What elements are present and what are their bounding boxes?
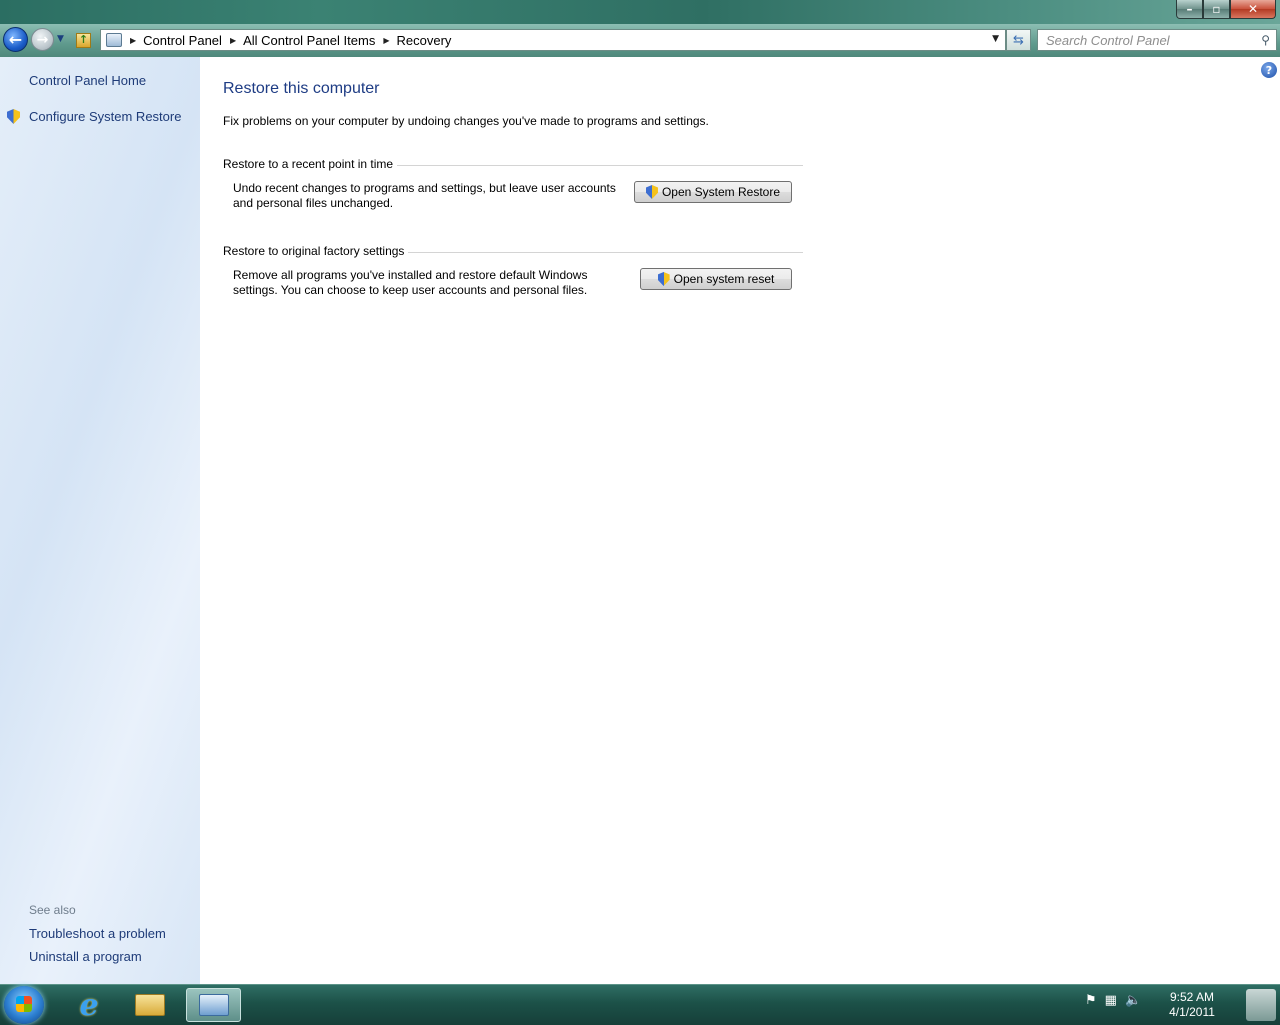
- breadcrumb-separator-icon[interactable]: ▶: [230, 36, 236, 45]
- uninstall-program-link[interactable]: Uninstall a program: [29, 949, 142, 964]
- close-button[interactable]: ✕: [1230, 0, 1276, 19]
- network-icon[interactable]: ▦: [1105, 993, 1117, 1008]
- address-history-dropdown-icon[interactable]: ▼: [992, 34, 999, 44]
- help-icon[interactable]: ?: [1261, 62, 1277, 78]
- recovery-window: – ▫ ✕ ← → ▼ ↑ ▶ Control Panel ▶ All Cont…: [0, 0, 1280, 984]
- breadcrumb-separator-icon[interactable]: ▶: [130, 36, 136, 45]
- folder-icon: [135, 994, 165, 1016]
- group-heading-recent-point: Restore to a recent point in time: [223, 156, 803, 172]
- taskbar-control-panel[interactable]: [186, 988, 241, 1022]
- start-button[interactable]: [4, 986, 44, 1024]
- open-system-reset-button[interactable]: Open system reset: [640, 268, 792, 290]
- caption-buttons: – ▫ ✕: [1176, 0, 1276, 19]
- breadcrumb-all-items[interactable]: All Control Panel Items: [243, 33, 375, 48]
- control-panel-icon: [106, 33, 122, 47]
- back-button[interactable]: ←: [3, 27, 28, 52]
- troubleshoot-link[interactable]: Troubleshoot a problem: [29, 926, 166, 941]
- clock-date: 4/1/2011: [1169, 1005, 1215, 1019]
- search-input[interactable]: Search Control Panel ⚲: [1037, 29, 1277, 51]
- group-heading-text: Restore to a recent point in time: [223, 157, 394, 171]
- taskbar-windows-explorer[interactable]: [125, 988, 175, 1022]
- breadcrumb-recovery[interactable]: Recovery: [396, 33, 451, 48]
- search-placeholder: Search Control Panel: [1046, 33, 1170, 48]
- group-description-recent-point: Undo recent changes to programs and sett…: [233, 181, 616, 210]
- chevron-down-icon: ▼: [57, 34, 64, 44]
- group-heading-text: Restore to original factory settings: [223, 244, 405, 258]
- address-bar[interactable]: ▶ Control Panel ▶ All Control Panel Item…: [100, 29, 1006, 51]
- page-description: Fix problems on your computer by undoing…: [223, 114, 709, 128]
- up-one-level-button[interactable]: ↑: [76, 33, 91, 48]
- arrow-left-icon: ←: [8, 30, 23, 49]
- group-heading-factory-settings: Restore to original factory settings: [223, 243, 803, 259]
- control-panel-icon: [198, 994, 229, 1016]
- task-pane: Control Panel Home Configure System Rest…: [0, 57, 200, 984]
- windows-logo-icon: [16, 996, 32, 1012]
- group-divider: [397, 164, 803, 166]
- group-divider: [408, 251, 803, 253]
- uac-shield-icon: [645, 185, 658, 199]
- forward-button[interactable]: →: [31, 28, 54, 51]
- button-label: Open system reset: [673, 272, 775, 286]
- refresh-icon: ⇆: [1013, 32, 1024, 48]
- uac-shield-icon: [7, 109, 20, 124]
- clock-time: 9:52 AM: [1169, 990, 1215, 1004]
- recent-pages-dropdown[interactable]: ▼: [57, 34, 64, 44]
- taskbar-clock[interactable]: 9:52 AM 4/1/2011: [1160, 990, 1224, 1020]
- page-title: Restore this computer: [223, 80, 380, 97]
- maximize-button[interactable]: ▫: [1203, 0, 1230, 19]
- taskbar: e ⚑ ▦ 🔈 9:52 AM 4/1/2011: [0, 984, 1280, 1025]
- up-arrow-icon: ↑: [78, 33, 89, 46]
- button-label: Open System Restore: [661, 185, 781, 199]
- uac-shield-icon: [657, 272, 670, 286]
- control-panel-home-link[interactable]: Control Panel Home: [29, 73, 146, 88]
- action-center-flag-icon[interactable]: ⚑: [1085, 993, 1097, 1008]
- breadcrumb-separator-icon[interactable]: ▶: [383, 36, 389, 45]
- arrow-right-icon: →: [36, 31, 49, 48]
- notification-area: ⚑ ▦ 🔈: [1085, 993, 1141, 1008]
- taskbar-internet-explorer[interactable]: e: [64, 987, 114, 1023]
- internet-explorer-icon: e: [79, 987, 99, 1023]
- breadcrumb-control-panel[interactable]: Control Panel: [143, 33, 222, 48]
- minimize-button[interactable]: –: [1176, 0, 1203, 19]
- refresh-button[interactable]: ⇆: [1006, 29, 1031, 51]
- configure-system-restore-link[interactable]: Configure System Restore: [29, 109, 181, 124]
- group-description-factory-settings: Remove all programs you've installed and…: [233, 268, 588, 297]
- title-bar[interactable]: – ▫ ✕: [0, 0, 1280, 24]
- see-also-heading: See also: [29, 903, 76, 917]
- show-desktop-button[interactable]: [1246, 989, 1276, 1021]
- volume-icon[interactable]: 🔈: [1125, 993, 1141, 1008]
- search-icon[interactable]: ⚲: [1261, 33, 1270, 47]
- main-content: ? Restore this computer Fix problems on …: [200, 57, 1280, 984]
- open-system-restore-button[interactable]: Open System Restore: [634, 181, 792, 203]
